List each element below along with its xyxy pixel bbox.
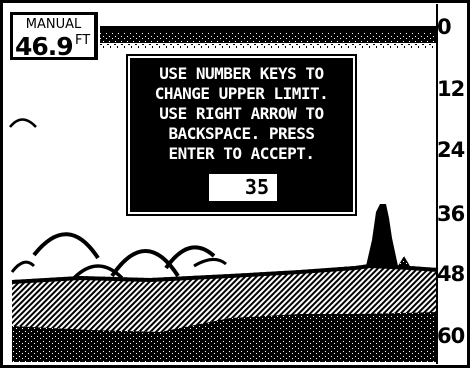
range-unit: FT [75, 33, 91, 48]
range-value: 46.9 [15, 32, 74, 61]
depth-label-48: 48 [437, 262, 465, 286]
upper-limit-input[interactable]: 35 [209, 174, 277, 201]
depth-label-60: 60 [437, 324, 465, 348]
fish-arch [9, 118, 37, 128]
structure-shadow [398, 256, 410, 266]
fish-arch [193, 258, 227, 268]
range-mode-box: MANUAL 46.9 FT [10, 12, 98, 61]
fish-arch [32, 232, 100, 260]
structure-spike [366, 204, 398, 266]
surface-noise [100, 33, 438, 43]
depth-label-12: 12 [437, 77, 465, 101]
fish-arch [10, 260, 36, 273]
depth-label-36: 36 [437, 202, 465, 226]
dialog-message: USE NUMBER KEYS TO CHANGE UPPER LIMIT. U… [154, 64, 329, 163]
depth-label-0: 0 [437, 15, 452, 39]
upper-limit-dialog: USE NUMBER KEYS TO CHANGE UPPER LIMIT. U… [126, 54, 357, 216]
surface-noise-sparse [100, 43, 438, 49]
surface-clutter [100, 26, 438, 33]
depth-scale-divider [436, 4, 438, 364]
fish-arch [164, 245, 216, 270]
depth-label-24: 24 [437, 138, 465, 162]
sonar-screen: MANUAL 46.9 FT 0 12 24 36 48 60 USE NUMB… [0, 0, 470, 368]
range-mode-label: MANUAL [25, 17, 82, 32]
